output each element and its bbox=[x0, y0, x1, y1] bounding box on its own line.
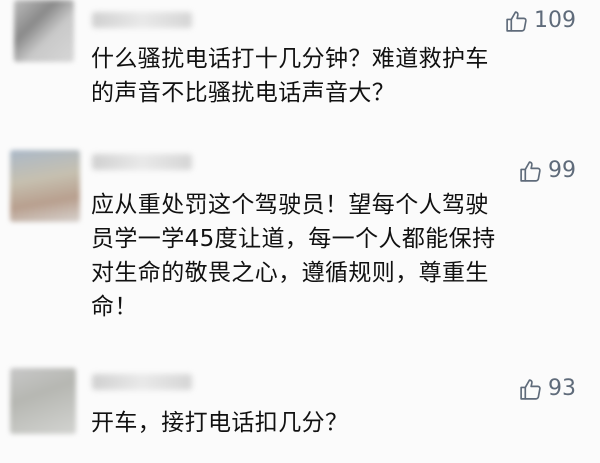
like-count: 93 bbox=[548, 376, 576, 401]
comment-item: 93 开车，接打电话扣几分？ bbox=[0, 368, 600, 463]
thumbs-up-icon bbox=[504, 9, 529, 34]
avatar[interactable] bbox=[10, 150, 80, 222]
like-button[interactable]: 99 bbox=[518, 158, 576, 184]
like-count: 109 bbox=[534, 8, 576, 33]
comment-text: 开车，接打电话扣几分？ bbox=[91, 410, 349, 436]
like-count: 99 bbox=[548, 158, 576, 183]
username-blurred[interactable] bbox=[92, 12, 192, 28]
username-blurred[interactable] bbox=[92, 374, 192, 390]
avatar[interactable] bbox=[14, 0, 74, 62]
comment-text: 什么骚扰电话打十几分钟？难道救护车 的声音不比骚扰电话声音大？ bbox=[91, 46, 489, 106]
like-button[interactable]: 109 bbox=[504, 8, 576, 34]
thumbs-up-icon bbox=[518, 377, 543, 402]
like-button[interactable]: 93 bbox=[518, 376, 576, 402]
username-blurred[interactable] bbox=[92, 154, 192, 170]
comment-text: 应从重处罚这个驾驶员！望每个人驾驶 员学一学45度让道，每一个人都能保持 对生命… bbox=[91, 192, 496, 320]
comment-list: 109 什么骚扰电话打十几分钟？难道救护车 的声音不比骚扰电话声音大？ 99 应… bbox=[0, 0, 600, 463]
thumbs-up-icon bbox=[518, 159, 543, 184]
comment-item: 99 应从重处罚这个驾驶员！望每个人驾驶 员学一学45度让道，每一个人都能保持 … bbox=[0, 150, 600, 350]
comment-item: 109 什么骚扰电话打十几分钟？难道救护车 的声音不比骚扰电话声音大？ bbox=[0, 0, 600, 124]
avatar[interactable] bbox=[10, 368, 76, 434]
